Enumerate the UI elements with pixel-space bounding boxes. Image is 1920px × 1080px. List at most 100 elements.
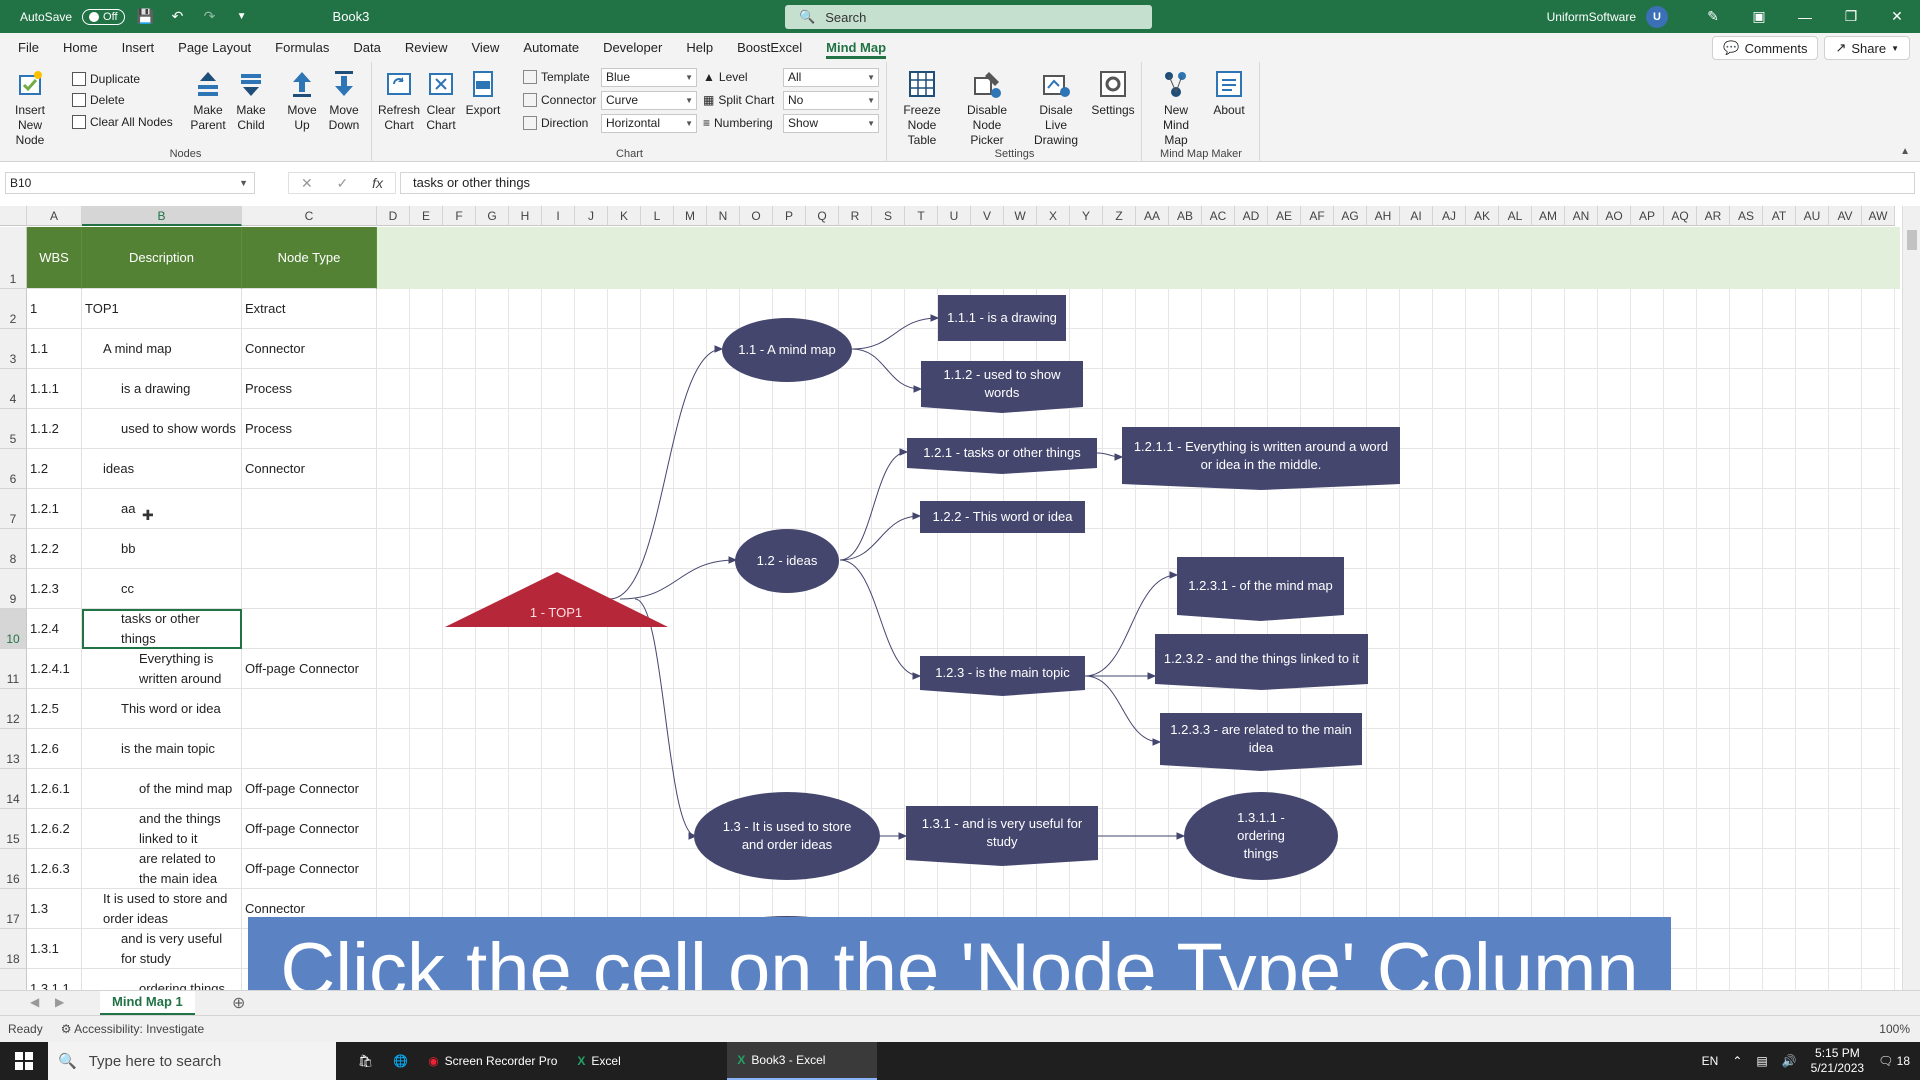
make-parent-button[interactable]: Make Parent (186, 68, 230, 133)
tab-help[interactable]: Help (674, 33, 725, 62)
tab-automate[interactable]: Automate (511, 33, 591, 62)
delete-label: Delete (90, 93, 125, 107)
avatar[interactable]: U (1646, 5, 1668, 28)
accessibility-status[interactable]: ⚙ Accessibility: Investigate (61, 1022, 205, 1036)
level-icon: ▲ (703, 70, 715, 84)
edge-icon[interactable]: 🌐 (383, 1042, 418, 1080)
ribbon-tabs: File Home Insert Page Layout Formulas Da… (0, 33, 1920, 62)
make-child-button[interactable]: Make Child (229, 68, 273, 133)
taskbar-search[interactable]: 🔍 Type here to search (48, 1042, 336, 1080)
formula-input[interactable]: tasks or other things (400, 172, 1915, 194)
language-indicator[interactable]: EN (1702, 1054, 1719, 1068)
minimize-icon[interactable]: — (1782, 0, 1828, 33)
freeze-node-table-button[interactable]: Freeze Node Table (896, 68, 948, 148)
name-box[interactable]: B10 ▼ (5, 172, 255, 194)
autosave-toggle[interactable]: Off (82, 8, 125, 25)
undo-icon[interactable]: ↶ (167, 6, 189, 28)
close-icon[interactable]: ✕ (1874, 0, 1920, 33)
search-box[interactable]: 🔍 Search (785, 5, 1152, 29)
cancel-icon[interactable]: ✕ (301, 175, 313, 192)
sheet-next-icon[interactable]: ▶ (55, 995, 64, 1009)
connector-n123-n1232-arrow (1147, 672, 1157, 680)
nodes-group-label: Nodes (169, 148, 202, 160)
disable-node-picker-button[interactable]: Disable Node Picker (958, 68, 1016, 148)
vertical-scrollbar[interactable] (1902, 206, 1920, 990)
taskbar-app-screen-recorder[interactable]: ◉ Screen Recorder Pro (418, 1042, 567, 1080)
tab-home[interactable]: Home (51, 33, 110, 62)
restore-icon[interactable]: ❐ (1828, 0, 1874, 33)
scroll-thumb[interactable] (1907, 230, 1917, 250)
refresh-chart-button[interactable]: Refresh Chart (377, 68, 421, 133)
tab-formulas[interactable]: Formulas (263, 33, 341, 62)
level-select[interactable]: All ▼ (783, 68, 879, 87)
duplicate-button[interactable]: Duplicate (72, 70, 140, 88)
volume-icon[interactable]: 🔊 (1782, 1054, 1797, 1068)
insert-new-node-button[interactable]: Insert New Node (8, 68, 52, 148)
worksheet-grid[interactable]: A B C D E F G H I J K L M N O P Q R S T U V W X Y Z AA AB AC AD AE AF AG… (0, 206, 1920, 990)
pen-icon[interactable]: ✎ (1690, 0, 1736, 33)
network-icon[interactable]: ▤ (1756, 1054, 1767, 1068)
chart-group: Refresh Chart Clear Chart Export Templat… (373, 62, 887, 162)
tab-review[interactable]: Review (393, 33, 460, 62)
about-label: About (1213, 103, 1245, 117)
tab-file[interactable]: File (6, 33, 51, 62)
save-icon[interactable]: 💾 (135, 6, 157, 28)
delete-icon (72, 93, 86, 107)
chevron-down-icon: ▼ (867, 73, 875, 82)
tab-view[interactable]: View (459, 33, 511, 62)
sheet-tab-mind-map-1[interactable]: Mind Map 1 (100, 991, 195, 1015)
sheet-prev-icon[interactable]: ◀ (30, 995, 39, 1009)
taskbar-search-placeholder: Type here to search (88, 1052, 222, 1070)
direction-icon (523, 116, 537, 130)
share-button[interactable]: ↗ Share ▼ (1824, 36, 1910, 60)
connector-label: Connector (541, 93, 597, 107)
mind-map-maker-group-label: Mind Map Maker (1160, 148, 1242, 160)
about-button[interactable]: About (1207, 68, 1251, 118)
disable-live-drawing-label: Disale Live Drawing (1033, 103, 1078, 147)
insert-function-icon[interactable]: fx (372, 175, 383, 191)
tab-page-layout[interactable]: Page Layout (166, 33, 263, 62)
tab-boostexcel[interactable]: BoostExcel (725, 33, 814, 62)
store-icon[interactable]: 🛍 (348, 1042, 383, 1080)
tab-developer[interactable]: Developer (591, 33, 674, 62)
add-sheet-icon[interactable]: ⊕ (232, 993, 245, 1013)
numbering-label-group: ≡ Numbering (703, 114, 773, 132)
recorder-icon: ◉ (428, 1054, 439, 1068)
enter-icon[interactable]: ✓ (337, 175, 349, 192)
clear-chart-button[interactable]: Clear Chart (419, 68, 463, 133)
autosave-state: Off (103, 10, 118, 23)
windows-start-icon[interactable] (0, 1042, 48, 1080)
move-down-button[interactable]: Move Down (322, 68, 366, 133)
delete-button[interactable]: Delete (72, 91, 125, 109)
tab-insert[interactable]: Insert (110, 33, 167, 62)
export-button[interactable]: Export (461, 68, 505, 118)
selected-cell-b10[interactable] (82, 609, 242, 649)
user-name[interactable]: UniformSoftware (1547, 10, 1636, 24)
collapse-ribbon-icon[interactable]: ▲ (1900, 146, 1910, 157)
zoom-level[interactable]: 100% (1879, 1022, 1910, 1036)
tab-data[interactable]: Data (341, 33, 392, 62)
mind-map-maker-group: New Mind Map About Mind Map Maker (1143, 62, 1260, 162)
connector-select[interactable]: Curve ▼ (601, 91, 697, 110)
taskbar-app-excel[interactable]: X Excel (567, 1042, 727, 1080)
comments-button[interactable]: 💬 Comments (1712, 36, 1819, 60)
taskbar-app-book3-excel[interactable]: X Book3 - Excel (727, 1042, 878, 1080)
direction-select[interactable]: Horizontal ▼ (601, 114, 697, 133)
tab-mind-map[interactable]: Mind Map (814, 33, 898, 62)
settings-button[interactable]: Settings (1088, 68, 1138, 118)
disable-live-drawing-button[interactable]: Disale Live Drawing (1028, 68, 1084, 148)
customize-qat-icon[interactable]: ▼ (231, 6, 253, 28)
new-mind-map-button[interactable]: New Mind Map (1151, 68, 1201, 148)
clear-all-nodes-button[interactable]: Clear All Nodes (72, 113, 173, 131)
settings-label: Settings (1091, 103, 1135, 117)
clock[interactable]: 5:15 PM 5/21/2023 (1811, 1046, 1864, 1076)
notification-icon[interactable]: 🗨 18 (1878, 1054, 1910, 1068)
move-up-button[interactable]: Move Up (280, 68, 324, 133)
chevron-up-icon[interactable]: ⌃ (1732, 1054, 1742, 1068)
split-chart-select[interactable]: No ▼ (783, 91, 879, 110)
template-select[interactable]: Blue ▼ (601, 68, 697, 87)
redo-icon[interactable]: ↷ (199, 6, 221, 28)
ribbon-display-icon[interactable]: ▣ (1736, 0, 1782, 33)
numbering-select[interactable]: Show ▼ (783, 114, 879, 133)
connector-value: Curve (606, 93, 639, 107)
